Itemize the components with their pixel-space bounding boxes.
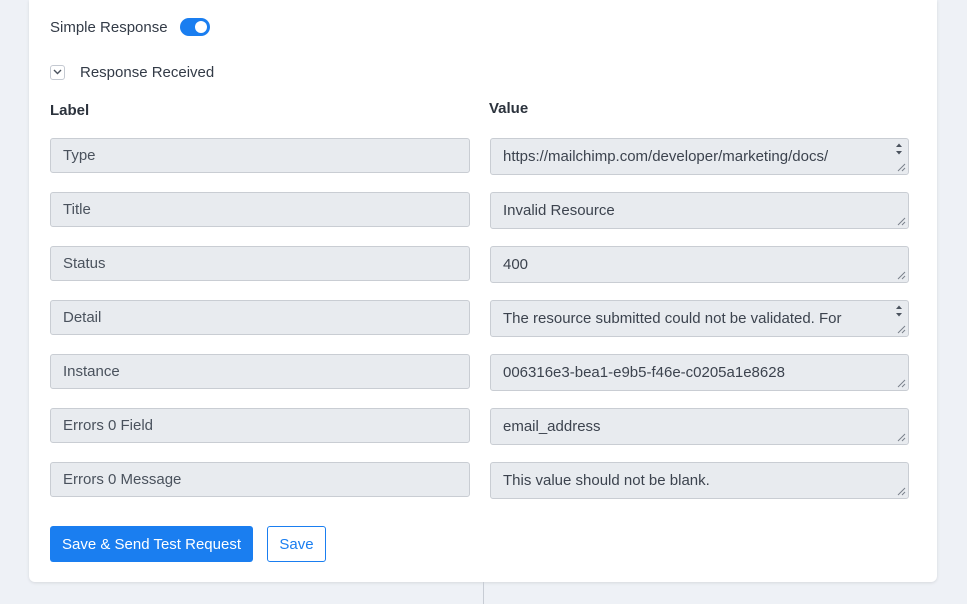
label-field-text: Instance (63, 363, 120, 380)
scroll-arrows-icon[interactable] (893, 141, 905, 159)
simple-response-row: Simple Response (50, 17, 210, 37)
resize-handle-icon[interactable] (897, 163, 906, 172)
collapse-toggle-button[interactable] (50, 64, 65, 80)
label-field-text: Type (63, 147, 96, 164)
save-button[interactable]: Save (267, 526, 326, 562)
label-field-text: Title (63, 201, 91, 218)
response-card: Simple Response Response Received Label … (29, 0, 937, 582)
value-column-header: Value (489, 100, 529, 117)
resize-handle-icon[interactable] (897, 433, 906, 442)
scroll-arrows-icon[interactable] (893, 303, 905, 321)
value-field[interactable]: The resource submitted could not be vali… (490, 300, 909, 337)
resize-handle-icon[interactable] (897, 379, 906, 388)
simple-response-label: Simple Response (50, 18, 168, 36)
value-field[interactable]: https://mailchimp.com/developer/marketin… (490, 138, 909, 175)
label-field[interactable]: Detail (50, 300, 470, 335)
resize-handle-icon[interactable] (897, 217, 906, 226)
label-field[interactable]: Instance (50, 354, 470, 389)
value-field[interactable]: This value should not be blank. (490, 462, 909, 499)
label-field-text: Errors 0 Message (63, 471, 182, 488)
value-field[interactable]: email_address (490, 408, 909, 445)
resize-handle-icon[interactable] (897, 487, 906, 496)
response-received-label: Response Received (80, 63, 215, 81)
value-field-text: 006316e3-bea1-e9b5-f46e-c0205a1e8628 (503, 364, 785, 381)
value-field[interactable]: Invalid Resource (490, 192, 909, 229)
toggle-knob (194, 21, 207, 33)
label-field[interactable]: Errors 0 Message (50, 462, 470, 497)
label-field-text: Status (63, 255, 106, 272)
value-field[interactable]: 400 (490, 246, 909, 283)
value-field-text: This value should not be blank. (503, 472, 710, 489)
save-send-test-button[interactable]: Save & Send Test Request (50, 526, 253, 562)
simple-response-toggle[interactable] (179, 18, 210, 36)
value-field-text: The resource submitted could not be vali… (503, 310, 842, 327)
label-field-text: Detail (63, 309, 102, 326)
label-field[interactable]: Errors 0 Field (50, 408, 470, 443)
resize-handle-icon[interactable] (897, 271, 906, 280)
value-field[interactable]: 006316e3-bea1-e9b5-f46e-c0205a1e8628 (490, 354, 909, 391)
label-column-header: Label (50, 102, 90, 119)
value-field-text: https://mailchimp.com/developer/marketin… (503, 148, 829, 165)
value-field-text: 400 (503, 256, 529, 273)
divider-line (483, 582, 484, 604)
resize-handle-icon[interactable] (897, 325, 906, 334)
value-field-text: email_address (503, 418, 601, 435)
label-field[interactable]: Status (50, 246, 470, 281)
label-field[interactable]: Type (50, 138, 470, 173)
response-received-row: Response Received (50, 62, 214, 82)
label-field[interactable]: Title (50, 192, 470, 227)
chevron-down-icon (53, 69, 62, 75)
value-field-text: Invalid Resource (503, 202, 615, 219)
label-field-text: Errors 0 Field (63, 417, 154, 434)
